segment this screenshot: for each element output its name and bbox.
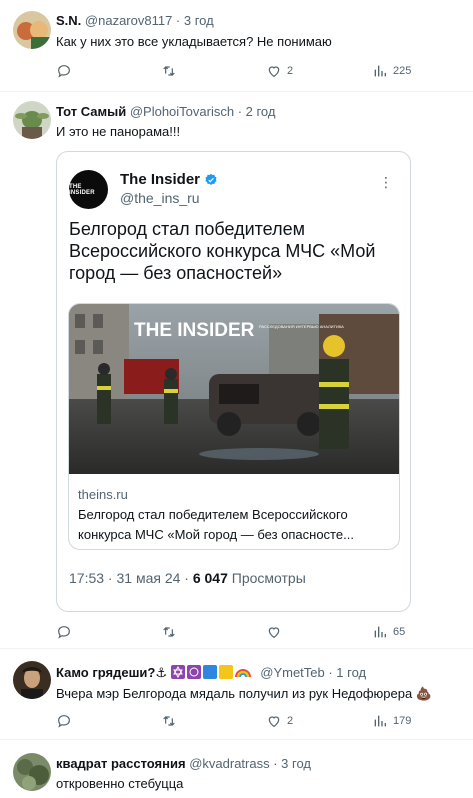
post-actions: 2 225 [56, 62, 416, 80]
link-title[interactable]: Белгород стал победителем Всероссийского… [78, 505, 396, 545]
post-actions: 2 179 [56, 712, 416, 730]
link-domain[interactable]: theins.ru [78, 487, 128, 502]
post: квадрат расстояния @kvadratrass · 3 год … [0, 740, 473, 798]
views-button[interactable]: 179 [372, 712, 411, 730]
like-button[interactable] [266, 623, 287, 641]
quoted-author-handle[interactable]: @the_ins_ru [120, 190, 200, 206]
repost-icon [163, 716, 175, 726]
more-options-icon[interactable]: ⋮ [379, 174, 393, 191]
author-handle[interactable]: @PlohoiTovarisch · 2 год [130, 104, 276, 119]
verified-badge-icon [205, 173, 217, 185]
reply-icon [58, 626, 70, 639]
views-icon [374, 626, 386, 638]
quoted-avatar[interactable]: THE INSIDER [69, 170, 108, 209]
post-text: Как у них это все укладывается? Не поним… [56, 34, 332, 49]
avatar[interactable] [13, 661, 51, 699]
link-preview-card[interactable]: THE INSIDER РАССЛЕДОВАНИЯ ИНТЕРВЬЮ АНАЛИ… [68, 303, 400, 550]
repost-button[interactable] [161, 712, 182, 730]
link-preview-image: THE INSIDER РАССЛЕДОВАНИЯ ИНТЕРВЬЮ АНАЛИ… [69, 304, 399, 474]
like-count: 2 [287, 715, 294, 727]
avatar[interactable] [13, 753, 51, 791]
quoted-author-name[interactable]: The Insider [120, 171, 200, 188]
quoted-post-meta: 17:53 · 31 мая 24 · 6 047 Просмотры [69, 570, 306, 586]
quoted-post-text: Белгород стал победителем Всероссийского… [69, 219, 376, 283]
author-name[interactable]: Тот Самый [56, 104, 126, 119]
author-name[interactable]: квадрат расстояния [56, 756, 186, 771]
views-button[interactable]: 225 [372, 62, 411, 80]
heart-icon [268, 66, 280, 78]
reply-icon [58, 715, 70, 728]
quoted-post[interactable]: THE INSIDER The Insider @the_ins_ru ⋮ Бе… [56, 151, 411, 612]
author-handle[interactable]: @YmetTeb · 1 год [260, 665, 366, 680]
like-button[interactable]: 2 [266, 62, 293, 80]
repost-icon [163, 627, 175, 637]
flag-badges [170, 665, 257, 683]
link-image-subcaption: РАССЛЕДОВАНИЯ ИНТЕРВЬЮ АНАЛИТИКА [259, 324, 344, 329]
views-icon [374, 65, 386, 77]
reply-button[interactable] [56, 623, 77, 641]
post: Камо грядеши?⚓ @YmetTeb · 1 год Вчера мэ… [0, 649, 473, 740]
post-text: И это не панорама!!! [56, 124, 181, 139]
post-text: откровенно стебуцца [56, 776, 184, 791]
like-count: 2 [287, 65, 294, 77]
like-button[interactable]: 2 [266, 712, 293, 730]
author-handle[interactable]: @kvadratrass · 3 год [189, 756, 311, 771]
author-name[interactable]: Камо грядеши?⚓ [56, 665, 167, 680]
heart-icon [268, 716, 280, 728]
quoted-timestamp[interactable]: 17:53 · 31 мая 24 · [69, 570, 193, 586]
author-handle[interactable]: @nazarov8117 · 3 год [85, 13, 214, 28]
views-icon [374, 715, 386, 727]
post-text: Вчера мэр Белгорода мядаль получил из ру… [56, 686, 433, 701]
reply-button[interactable] [56, 712, 77, 730]
heart-icon [268, 627, 280, 639]
post-actions: 65 [56, 623, 416, 641]
post: S.N. @nazarov8117 · 3 год Как у них это … [0, 0, 473, 92]
views-count: 65 [393, 626, 406, 638]
views-count: 225 [393, 65, 412, 77]
avatar[interactable] [13, 101, 51, 139]
quoted-views-count: 6 047 [192, 570, 228, 586]
views-button[interactable]: 65 [372, 623, 405, 641]
quoted-views-label: Просмотры [227, 570, 306, 586]
author-name[interactable]: S.N. [56, 13, 81, 28]
repost-icon [163, 66, 175, 76]
repost-button[interactable] [161, 62, 182, 80]
reply-icon [58, 65, 70, 78]
avatar[interactable] [13, 11, 51, 49]
link-image-caption: THE INSIDER [134, 320, 255, 341]
reply-button[interactable] [56, 62, 77, 80]
views-count: 179 [393, 715, 412, 727]
repost-button[interactable] [161, 623, 182, 641]
